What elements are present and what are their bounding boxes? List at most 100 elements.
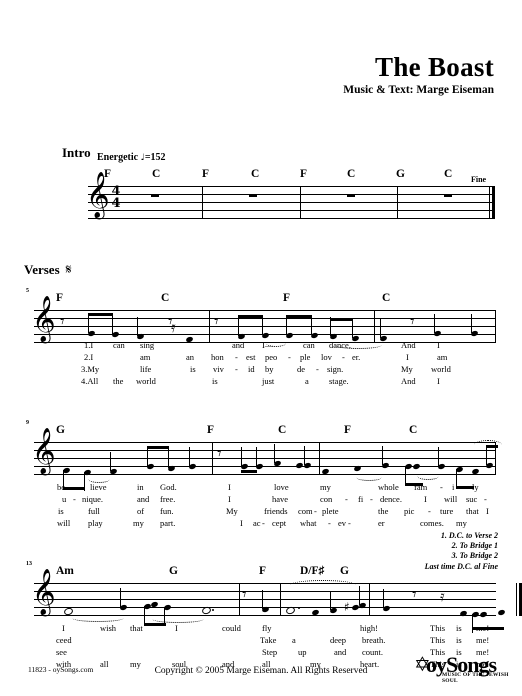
measure-number: 5: [26, 288, 29, 294]
lyric-syllable: ture: [440, 506, 453, 516]
lyric-syllable: just: [262, 376, 274, 386]
lyric-syllable: ple: [300, 352, 310, 362]
lyric-verse-2: 2.I am an hon - est peo - ple lov - er. …: [0, 352, 522, 364]
staff-lines: [88, 186, 495, 218]
lyric-syllable: my: [133, 518, 144, 528]
stem: [286, 316, 287, 335]
barline: [212, 442, 213, 475]
treble-clef-icon: 𝄞: [32, 299, 56, 339]
lyric-syllable: I: [424, 494, 427, 504]
barline: [209, 310, 210, 343]
lyric-syllable: comes.: [420, 518, 444, 528]
lyric-syllable: will: [57, 518, 70, 528]
lyric-syllable: I: [437, 340, 440, 350]
chord-symbol: G: [56, 424, 65, 436]
stem: [256, 447, 257, 466]
lyric-syllable: com: [298, 506, 313, 516]
lyric-syllable: ev: [338, 518, 346, 528]
eighth-rest: 𝄿: [440, 589, 445, 604]
lyric-syllable: fun.: [160, 506, 173, 516]
stem: [262, 316, 263, 335]
stem: [274, 444, 275, 463]
treble-clef-icon: 𝄞: [86, 175, 110, 215]
chord-symbol: C: [382, 292, 390, 304]
lyric-syllable: -: [262, 518, 265, 528]
chord-symbol: Am: [56, 565, 74, 577]
measure-number: 9: [26, 420, 29, 426]
barline: [280, 583, 281, 616]
slur: [290, 580, 356, 590]
chord-symbol: C: [161, 292, 169, 304]
stem: [383, 589, 384, 608]
lyric-syllable: count.: [362, 647, 383, 657]
page-title: The Boast: [0, 52, 494, 83]
lyric-syllable: -: [462, 482, 465, 492]
lyric-syllable: free.: [160, 494, 175, 504]
stem: [471, 314, 472, 333]
barline: [369, 583, 370, 616]
stem: [120, 588, 121, 607]
lyric-syllable: me!: [476, 635, 489, 645]
lyric-syllable: dance.: [329, 340, 351, 350]
lyric-syllable: can: [303, 340, 315, 350]
nav-ending-2: 2. To Bridge 1: [425, 541, 498, 551]
staff-lines: [34, 442, 496, 474]
lyric-syllable: a: [292, 635, 296, 645]
stem: [434, 314, 435, 333]
barline: [495, 442, 496, 475]
sheet-music-page: The Boast Music & Text: Marge Eiseman In…: [0, 0, 522, 696]
lyric-syllable: is: [212, 376, 218, 386]
stem: [137, 317, 138, 336]
chord-symbol: C: [278, 424, 286, 436]
quarter-rest: 𝄾: [214, 314, 219, 331]
lyric-syllable: viv: [213, 364, 224, 374]
lyric-syllable: fi: [358, 494, 363, 504]
lyric-syllable: I: [62, 623, 65, 633]
stem: [380, 319, 381, 338]
fine-marking: Fine: [471, 175, 486, 184]
quarter-rest: 𝄾: [60, 314, 65, 331]
lyric-verse-4: will play my part. I ac - cept what - ev…: [0, 518, 522, 530]
lyric-syllable: My: [226, 506, 238, 516]
chord-symbol: G: [340, 565, 349, 577]
stem: [330, 591, 331, 610]
lyric-syllable: -: [440, 482, 443, 492]
lyric-syllable: and: [232, 340, 244, 350]
chord-symbol: G: [169, 565, 178, 577]
stem: [262, 590, 263, 609]
whole-rest: [151, 194, 159, 197]
lyric-syllable: a: [305, 376, 309, 386]
lyric-syllable: full: [88, 506, 100, 516]
chord-symbol: F: [283, 292, 290, 304]
lyric-verse-2: ceed Take a deep breath. This is me!: [0, 635, 522, 647]
tie: [417, 472, 439, 480]
lyric-syllable: am: [140, 352, 150, 362]
lyric-syllable: I: [437, 376, 440, 386]
lyric-syllable: -: [235, 364, 238, 374]
lyric-syllable: i: [452, 482, 454, 492]
whole-rest: [347, 194, 355, 197]
lyric-syllable: is: [58, 506, 64, 516]
stem: [112, 315, 113, 334]
treble-clef-icon: 𝄞: [32, 572, 56, 612]
lyric-syllable: I: [175, 623, 178, 633]
lyric-syllable: what: [300, 518, 317, 528]
lyric-syllable: dence.: [380, 494, 402, 504]
stem: [88, 314, 89, 333]
lyric-syllable: est: [246, 352, 255, 362]
stem: [189, 447, 190, 466]
lyric-syllable: And: [401, 376, 416, 386]
lyric-syllable: play: [88, 518, 103, 528]
lyric-syllable: lieve: [90, 482, 107, 492]
oysongs-logo[interactable]: ✡ oySongs MUSIC OF THE JEWISH SOUL: [412, 648, 512, 688]
tie: [152, 615, 204, 623]
lyric-syllable: -: [235, 352, 238, 362]
beam: [238, 315, 263, 318]
chord-symbol: F: [56, 292, 63, 304]
lyric-syllable: Take: [260, 635, 276, 645]
lyric-syllable: be: [57, 482, 65, 492]
barline: [397, 186, 398, 219]
lyric-syllable: ac: [253, 518, 261, 528]
slur: [474, 440, 502, 450]
lyric-syllable: whole: [378, 482, 399, 492]
